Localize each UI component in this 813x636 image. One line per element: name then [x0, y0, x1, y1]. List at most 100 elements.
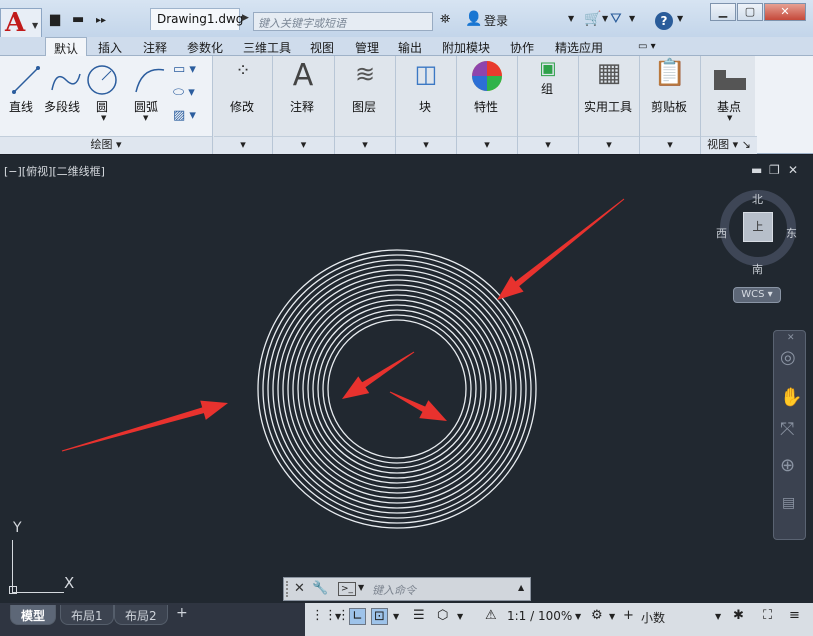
line-tool-label[interactable]: 直线 — [9, 98, 33, 115]
customize-menu-icon[interactable]: ≡ — [789, 608, 800, 623]
units-dropdown[interactable]: 小数 — [641, 609, 665, 626]
viewcube-top-face[interactable]: 上 — [743, 212, 773, 242]
draw-panel-footer[interactable]: 绘图 ▾ — [0, 136, 212, 154]
showmotion-icon[interactable]: ▤ — [782, 495, 795, 511]
ring-circle[interactable] — [267, 259, 527, 519]
modify-panel[interactable]: ⁘ 修改 ▾ — [214, 56, 272, 154]
more-tools-icon[interactable]: ▸▸ — [96, 15, 106, 26]
search-input[interactable]: 键入关键字或短语 — [253, 12, 433, 31]
compass-west[interactable]: 西 — [716, 225, 727, 241]
tab-addins[interactable]: 附加模块 — [434, 37, 498, 56]
chevron-down-icon[interactable]: ▼ — [602, 14, 608, 23]
tab-overflow-icon[interactable]: ▶ — [242, 13, 249, 23]
layers-panel[interactable]: ≋ 图层 ▾ — [335, 56, 395, 154]
ring-circle[interactable] — [327, 319, 467, 459]
layout-tab-1[interactable]: 布局1 — [60, 605, 114, 625]
chevron-down-icon[interactable]: ▾ — [579, 136, 639, 154]
help-button[interactable]: ? — [655, 12, 673, 30]
zoom-extents-icon[interactable]: ⤧ — [780, 419, 794, 440]
ring-circle[interactable] — [277, 269, 517, 509]
orbit-icon[interactable]: ⊕ — [780, 455, 795, 476]
add-layout-icon[interactable]: + — [176, 605, 188, 621]
chevron-down-icon[interactable]: ▾ — [518, 136, 578, 154]
snap-icon[interactable]: ⊡ — [371, 608, 388, 625]
hatch-icon[interactable]: ▨ ▾ — [173, 108, 196, 123]
compass-east[interactable]: 东 — [786, 225, 797, 241]
document-tab[interactable]: Drawing1.dwg — [150, 8, 243, 30]
chevron-down-icon[interactable]: ▼ — [101, 114, 106, 122]
tab-insert[interactable]: 插入 — [90, 37, 130, 56]
plus-icon[interactable]: + — [623, 608, 634, 623]
annotation-scale-value[interactable]: 1:1 / 100% — [507, 609, 572, 623]
view-panel-footer[interactable]: 视图 ▾ ↘ — [701, 136, 757, 154]
chevron-down-icon[interactable]: ▼ — [629, 14, 635, 23]
chevron-down-icon[interactable]: ▼ — [568, 14, 574, 23]
steering-wheel-icon[interactable]: ◎ — [780, 347, 796, 368]
view-panel[interactable]: 基点 ▼ 视图 ▾ ↘ — [701, 56, 757, 154]
polyline-tool-label[interactable]: 多段线 — [44, 98, 80, 115]
chevron-down-icon[interactable]: ▼ — [575, 612, 581, 621]
open-folder-icon[interactable]: ▬ — [72, 12, 84, 27]
cart-icon[interactable]: 🛒 — [584, 11, 601, 27]
a360-icon[interactable]: ⛛ — [610, 11, 622, 27]
compass-south[interactable]: 南 — [752, 261, 763, 277]
application-menu-button[interactable]: A ▼ — [0, 8, 42, 38]
circle-tool-label[interactable]: 圆 — [96, 98, 108, 115]
tab-output[interactable]: 输出 — [390, 37, 430, 56]
chevron-down-icon[interactable]: ▾ — [640, 136, 700, 154]
maximize-button[interactable]: ▢ — [737, 3, 763, 21]
tab-parametric[interactable]: 参数化 — [179, 37, 231, 56]
annotate-panel[interactable]: A 注释 ▾ — [273, 56, 334, 154]
tab-annotate[interactable]: 注释 — [135, 37, 175, 56]
layout-tab-2[interactable]: 布局2 — [114, 605, 168, 625]
isodraft-icon[interactable]: ⬡ — [437, 608, 448, 623]
chevron-down-icon[interactable]: ▼ — [335, 612, 341, 621]
ring-circle[interactable] — [287, 279, 507, 499]
properties-panel[interactable]: 特性 ▾ — [457, 56, 517, 154]
command-input[interactable]: 键入命令 — [372, 582, 416, 598]
chevron-down-icon[interactable]: ▾ — [214, 136, 272, 154]
close-icon[interactable]: ✕ — [787, 333, 795, 343]
binoculars-icon[interactable]: ⛯ — [440, 12, 450, 27]
chevron-down-icon[interactable]: ▾ — [396, 136, 456, 154]
close-icon[interactable]: ✕ — [294, 581, 305, 596]
new-file-icon[interactable]: ▆ — [50, 12, 60, 27]
chevron-down-icon[interactable]: ▼ — [609, 612, 615, 621]
chevron-down-icon[interactable]: ▼ — [715, 612, 721, 621]
chevron-down-icon[interactable]: ▾ — [457, 136, 517, 154]
chevron-down-icon[interactable]: ▾ — [273, 136, 334, 154]
ring-circle[interactable] — [317, 309, 477, 469]
fullscreen-icon[interactable]: ⛶ — [763, 608, 772, 623]
annotation-scale-icon[interactable]: ⚠ — [485, 608, 497, 623]
command-prompt-icon[interactable]: >_ — [338, 582, 356, 596]
login-link[interactable]: 登录 — [484, 12, 508, 29]
close-button[interactable]: ✕ — [764, 3, 806, 21]
chevron-up-icon[interactable]: ▲ — [518, 583, 524, 592]
tab-3d-tools[interactable]: 三维工具 — [235, 37, 299, 56]
ring-circle[interactable] — [292, 284, 502, 494]
utilities-panel[interactable]: ▦ 实用工具 ▾ — [579, 56, 639, 154]
block-panel[interactable]: ◫ 块 ▾ — [396, 56, 456, 154]
chevron-down-icon[interactable]: ▼ — [677, 14, 683, 23]
chevron-down-icon[interactable]: ▼ — [393, 612, 399, 621]
tab-default[interactable]: 默认 — [45, 37, 88, 56]
ring-circle[interactable] — [272, 264, 522, 514]
group-panel[interactable]: ▣ 组 ▾ — [518, 56, 578, 154]
chevron-down-icon[interactable]: ▼ — [358, 583, 364, 592]
ring-circle[interactable] — [257, 249, 537, 529]
clipboard-panel[interactable]: 📋 剪贴板 ▾ — [640, 56, 700, 154]
ring-circle[interactable] — [302, 294, 492, 484]
chevron-down-icon[interactable]: ▾ — [335, 136, 395, 154]
layout-tab-model[interactable]: 模型 — [10, 605, 57, 625]
chevron-down-icon[interactable]: ▼ — [457, 612, 463, 621]
isolate-objects-icon[interactable]: ✱ — [733, 608, 744, 623]
chevron-down-icon[interactable]: ▼ — [143, 114, 148, 122]
arc-tool-label[interactable]: 圆弧 — [134, 98, 158, 115]
ring-circle[interactable] — [322, 314, 472, 464]
tab-manage[interactable]: 管理 — [347, 37, 387, 56]
drag-handle-icon[interactable] — [286, 581, 290, 597]
ring-circle[interactable] — [282, 274, 512, 504]
compass-north[interactable]: 北 — [752, 191, 763, 207]
ring-circle[interactable] — [312, 304, 482, 474]
minimize-button[interactable]: ▁ — [710, 3, 736, 21]
